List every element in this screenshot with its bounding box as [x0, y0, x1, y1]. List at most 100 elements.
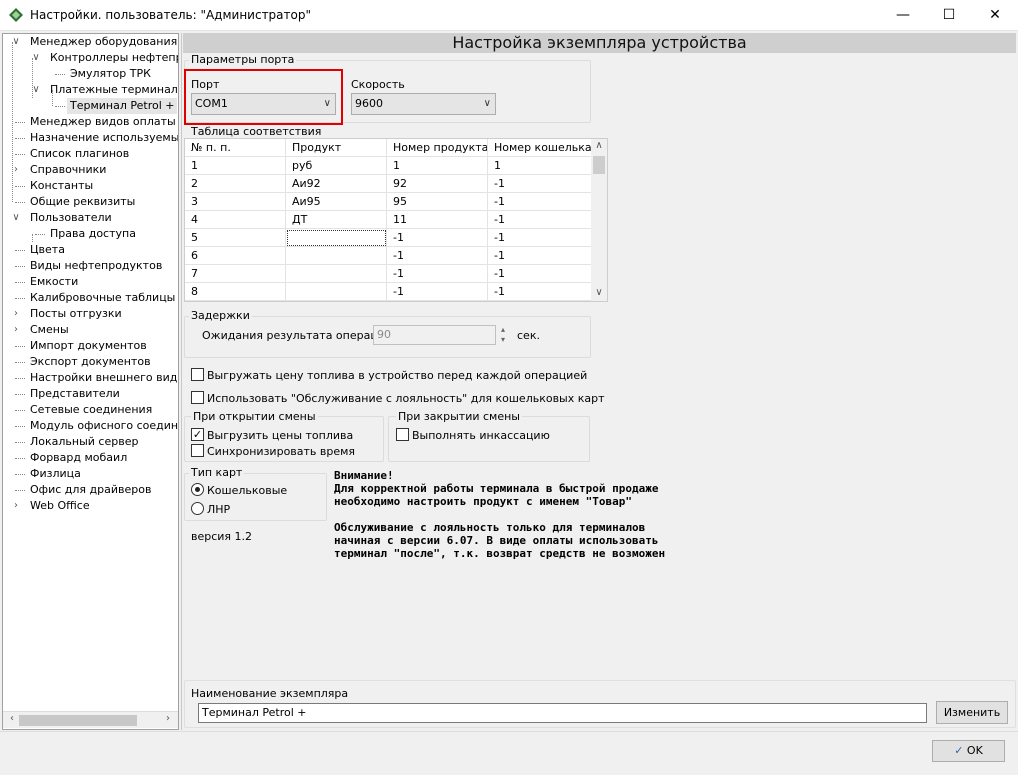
upload-fuel-checkbox[interactable]: ✓ — [191, 428, 204, 441]
spin-up-icon[interactable]: ▴ — [497, 325, 509, 335]
scroll-thumb[interactable] — [593, 156, 605, 174]
tree-expand-icon[interactable]: ∨ — [11, 210, 21, 226]
scroll-left-icon[interactable]: ‹ — [5, 713, 19, 724]
table-cell[interactable]: 92 — [387, 175, 488, 193]
tree-expand-icon[interactable]: › — [11, 498, 21, 514]
table-cell[interactable]: 7 — [185, 265, 286, 283]
tree-expand-icon[interactable]: › — [11, 306, 21, 322]
table-cell[interactable]: -1 — [488, 229, 592, 247]
tree-item[interactable]: Общие реквизиты — [27, 194, 138, 210]
table-cell[interactable]: 1 — [488, 157, 592, 175]
wait-spinner[interactable]: ▴ ▾ — [497, 325, 509, 345]
mapping-vscrollbar[interactable]: ∧ ∨ — [591, 139, 607, 301]
column-header[interactable]: Номер продукта — [387, 139, 488, 157]
scroll-thumb[interactable] — [19, 715, 137, 726]
tree-item[interactable]: Сетевые соединения — [27, 402, 155, 418]
mapping-table[interactable]: № п. п. Продукт Номер продукта Номер кошель… — [184, 138, 608, 302]
tree-item[interactable]: Виды нефтепродуктов — [27, 258, 165, 274]
tree-item[interactable]: Модуль офисного соединения — [27, 418, 178, 434]
table-cell[interactable]: 2 — [185, 175, 286, 193]
tree-item[interactable]: Экспорт документов — [27, 354, 154, 370]
ok-button[interactable]: ✓ OK — [932, 740, 1005, 762]
tree-hscrollbar[interactable]: ‹ › — [3, 711, 178, 728]
table-cell[interactable] — [286, 229, 387, 247]
table-cell[interactable]: -1 — [488, 265, 592, 283]
tree-item[interactable]: Физлица — [27, 466, 84, 482]
change-button[interactable]: Изменить — [936, 701, 1008, 724]
tree-item[interactable]: Цвета — [27, 242, 68, 258]
tree-item[interactable]: Константы — [27, 178, 96, 194]
scroll-up-icon[interactable]: ∧ — [591, 140, 607, 151]
wallet-radio[interactable] — [191, 483, 204, 496]
tree-item[interactable]: Менеджер оборудования — [27, 34, 178, 50]
table-cell[interactable]: -1 — [387, 229, 488, 247]
spin-down-icon[interactable]: ▾ — [497, 335, 509, 345]
scroll-right-icon[interactable]: › — [161, 713, 175, 724]
tree-item[interactable]: Web Office — [27, 498, 93, 514]
tree-item[interactable]: Импорт документов — [27, 338, 150, 354]
tree-item[interactable]: Емкости — [27, 274, 81, 290]
tree-item[interactable]: Форвард мобаил — [27, 450, 130, 466]
tree-item[interactable]: Платежные терминалы — [47, 82, 178, 98]
tree-item[interactable]: Права доступа — [47, 226, 139, 242]
table-cell[interactable]: 8 — [185, 283, 286, 301]
tree-item[interactable]: Список плагинов — [27, 146, 132, 162]
table-cell[interactable]: 5 — [185, 229, 286, 247]
tree-item[interactable]: Локальный сервер — [27, 434, 141, 450]
minimize-button[interactable]: — — [880, 0, 926, 30]
column-header[interactable]: Номер кошелька — [488, 139, 592, 157]
tree-expand-icon[interactable]: › — [11, 322, 21, 338]
table-cell[interactable]: руб — [286, 157, 387, 175]
table-cell[interactable]: -1 — [387, 247, 488, 265]
tree-item[interactable]: Офис для драйверов — [27, 482, 154, 498]
table-cell[interactable]: 11 — [387, 211, 488, 229]
wait-input[interactable]: 90 — [373, 325, 496, 345]
scroll-down-icon[interactable]: ∨ — [591, 287, 607, 298]
tree-item[interactable]: Представители — [27, 386, 123, 402]
table-cell[interactable]: -1 — [488, 283, 592, 301]
collect-checkbox[interactable] — [396, 428, 409, 441]
tree-item[interactable]: Терминал Petrol + — [67, 98, 178, 114]
table-cell[interactable]: 6 — [185, 247, 286, 265]
tree-item[interactable]: Настройки внешнего вида — [27, 370, 178, 386]
sync-time-checkbox[interactable] — [191, 444, 204, 457]
table-cell[interactable]: 3 — [185, 193, 286, 211]
speed-select[interactable]: 9600 ∨ — [351, 93, 496, 115]
table-cell[interactable]: -1 — [488, 247, 592, 265]
table-cell[interactable]: 95 — [387, 193, 488, 211]
tree-item[interactable]: Назначение используемых уст — [27, 130, 178, 146]
window-title: Настройки. пользователь: "Администратор" — [30, 8, 311, 22]
table-cell[interactable]: -1 — [387, 283, 488, 301]
table-cell[interactable]: Аи92 — [286, 175, 387, 193]
table-cell[interactable]: -1 — [488, 193, 592, 211]
table-cell[interactable]: -1 — [488, 211, 592, 229]
close-button[interactable]: ✕ — [972, 0, 1018, 30]
tree-item[interactable]: Справочники — [27, 162, 109, 178]
loyalty-checkbox[interactable] — [191, 391, 204, 404]
table-cell[interactable]: 1 — [185, 157, 286, 175]
instance-name-input[interactable]: Терминал Petrol + — [198, 703, 927, 723]
tree-item[interactable]: Пользователи — [27, 210, 115, 226]
version-label: версия 1.2 — [191, 530, 253, 543]
tree-item[interactable]: Менеджер видов оплаты — [27, 114, 178, 130]
table-cell[interactable]: Аи95 — [286, 193, 387, 211]
tree-item[interactable]: Эмулятор ТРК — [67, 66, 154, 82]
tree-item[interactable]: Контроллеры нефтепрод — [47, 50, 178, 66]
tree-item[interactable]: Смены — [27, 322, 72, 338]
table-cell[interactable] — [286, 265, 387, 283]
table-cell[interactable] — [286, 247, 387, 265]
lnr-radio[interactable] — [191, 502, 204, 515]
table-cell[interactable]: -1 — [488, 175, 592, 193]
maximize-button[interactable]: ☐ — [926, 0, 972, 30]
tree-connector-line — [15, 378, 25, 379]
table-cell[interactable] — [286, 283, 387, 301]
table-cell[interactable]: 1 — [387, 157, 488, 175]
table-cell[interactable]: ДТ — [286, 211, 387, 229]
column-header[interactable]: № п. п. — [185, 139, 286, 157]
table-cell[interactable]: 4 — [185, 211, 286, 229]
table-cell[interactable]: -1 — [387, 265, 488, 283]
upload-prices-checkbox[interactable] — [191, 368, 204, 381]
column-header[interactable]: Продукт — [286, 139, 387, 157]
tree-item[interactable]: Посты отгрузки — [27, 306, 125, 322]
tree-item[interactable]: Калибровочные таблицы — [27, 290, 178, 306]
